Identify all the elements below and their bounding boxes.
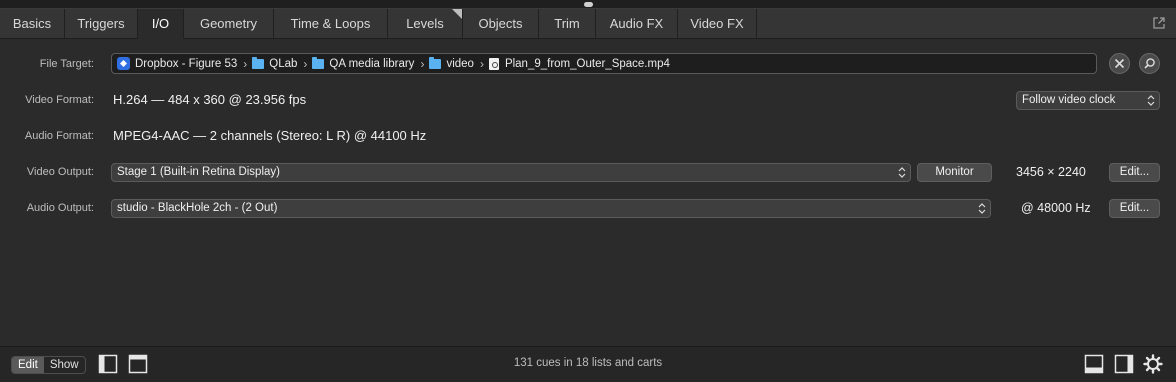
tab-io[interactable]: I/O bbox=[138, 9, 184, 39]
clear-target-button[interactable] bbox=[1109, 53, 1130, 74]
folder-icon bbox=[429, 56, 442, 69]
resize-grip-icon[interactable] bbox=[584, 2, 593, 7]
dropbox-icon bbox=[117, 57, 130, 70]
select-value: studio - BlackHole 2ch - (2 Out) bbox=[117, 202, 278, 214]
tab-objects[interactable]: Objects bbox=[463, 9, 539, 38]
select-value: Follow video clock bbox=[1022, 94, 1116, 106]
path-crumb-dropbox[interactable]: Dropbox - Figure 53 bbox=[117, 57, 237, 70]
tab-basics[interactable]: Basics bbox=[0, 9, 65, 38]
tab-triggers[interactable]: Triggers bbox=[65, 9, 138, 38]
video-output-select[interactable]: Stage 1 (Built-in Retina Display) bbox=[111, 163, 911, 182]
tab-label: Objects bbox=[478, 16, 523, 31]
path-crumb-qlab[interactable]: QLab bbox=[252, 56, 298, 70]
tab-trim[interactable]: Trim bbox=[539, 9, 596, 38]
audio-format-label: Audio Format: bbox=[24, 130, 94, 142]
popout-window-icon[interactable] bbox=[1152, 16, 1166, 30]
tab-label: Triggers bbox=[77, 16, 125, 31]
gear-icon[interactable] bbox=[1143, 354, 1163, 374]
cue-count-status: 131 cues in 18 lists and carts bbox=[513, 357, 663, 369]
monitor-button[interactable]: Monitor bbox=[917, 163, 992, 182]
toggle-inspector-pane-icon[interactable] bbox=[1084, 354, 1104, 374]
folder-icon bbox=[312, 56, 325, 69]
chevron-right-icon: › bbox=[420, 56, 425, 71]
path-crumb-label: video bbox=[446, 57, 474, 70]
updown-arrows-icon bbox=[898, 167, 906, 178]
path-crumb-file[interactable]: Plan_9_from_Outer_Space.mp4 bbox=[488, 57, 670, 70]
find-target-button[interactable] bbox=[1139, 53, 1160, 74]
updown-arrows-icon bbox=[1147, 95, 1155, 106]
video-output-label: Video Output: bbox=[26, 166, 94, 178]
tab-audio-fx[interactable]: Audio FX bbox=[596, 9, 678, 38]
chevron-right-icon: › bbox=[303, 56, 308, 71]
tab-levels[interactable]: Levels bbox=[388, 9, 463, 38]
video-format-label: Video Format: bbox=[25, 94, 94, 106]
path-crumb-label: QA media library bbox=[329, 57, 415, 70]
window-top-strip bbox=[0, 0, 1176, 9]
video-file-icon bbox=[488, 57, 499, 70]
audio-output-edit-button[interactable]: Edit... bbox=[1109, 199, 1160, 218]
audio-output-select[interactable]: studio - BlackHole 2ch - (2 Out) bbox=[111, 199, 991, 218]
folder-icon bbox=[252, 56, 265, 69]
path-crumb-video[interactable]: video bbox=[429, 56, 474, 70]
video-output-edit-button[interactable]: Edit... bbox=[1109, 163, 1160, 182]
toggle-right-sidebar-icon[interactable] bbox=[1114, 354, 1134, 374]
tab-label: Basics bbox=[12, 16, 52, 31]
file-target-label: File Target: bbox=[39, 58, 94, 70]
search-icon bbox=[1144, 58, 1155, 69]
select-value: Stage 1 (Built-in Retina Display) bbox=[117, 166, 280, 178]
audio-output-label: Audio Output: bbox=[26, 202, 94, 214]
tab-label: I/O bbox=[151, 16, 170, 31]
updown-arrows-icon bbox=[978, 203, 986, 214]
file-target-path-control[interactable]: Dropbox - Figure 53 › QLab › QA media li… bbox=[111, 53, 1097, 74]
path-crumb-label: Dropbox - Figure 53 bbox=[135, 57, 238, 70]
audio-output-sample-rate: @ 48000 Hz bbox=[1021, 201, 1091, 215]
tab-video-fx[interactable]: Video FX bbox=[678, 9, 757, 38]
tab-corner-indicator-icon bbox=[452, 9, 462, 19]
footer-bar: Edit Show 131 cues in 18 lists and carts bbox=[0, 346, 1176, 382]
path-crumb-media-library[interactable]: QA media library bbox=[312, 56, 415, 70]
tab-label: Audio FX bbox=[609, 16, 664, 31]
video-format-value: H.264 — 484 x 360 @ 23.956 fps bbox=[113, 92, 307, 107]
chevron-right-icon: › bbox=[243, 56, 248, 71]
tab-label: Levels bbox=[406, 16, 444, 31]
video-output-resolution: 3456 × 2240 bbox=[1016, 165, 1086, 179]
chevron-right-icon: › bbox=[479, 56, 484, 71]
path-crumb-label: QLab bbox=[269, 57, 298, 70]
tab-geometry[interactable]: Geometry bbox=[184, 9, 274, 38]
tab-label: Trim bbox=[554, 16, 580, 31]
tab-label: Video FX bbox=[690, 16, 744, 31]
video-clock-select[interactable]: Follow video clock bbox=[1016, 91, 1160, 110]
tab-time-loops[interactable]: Time & Loops bbox=[274, 9, 388, 38]
close-icon bbox=[1114, 58, 1125, 69]
path-crumb-label: Plan_9_from_Outer_Space.mp4 bbox=[504, 57, 670, 70]
tab-label: Geometry bbox=[199, 16, 258, 31]
audio-format-value: MPEG4-AAC — 2 channels (Stereo: L R) @ 4… bbox=[113, 128, 427, 143]
tab-label: Time & Loops bbox=[290, 16, 371, 31]
inspector-tab-bar: Basics Triggers I/O Geometry Time & Loop… bbox=[0, 9, 1176, 39]
